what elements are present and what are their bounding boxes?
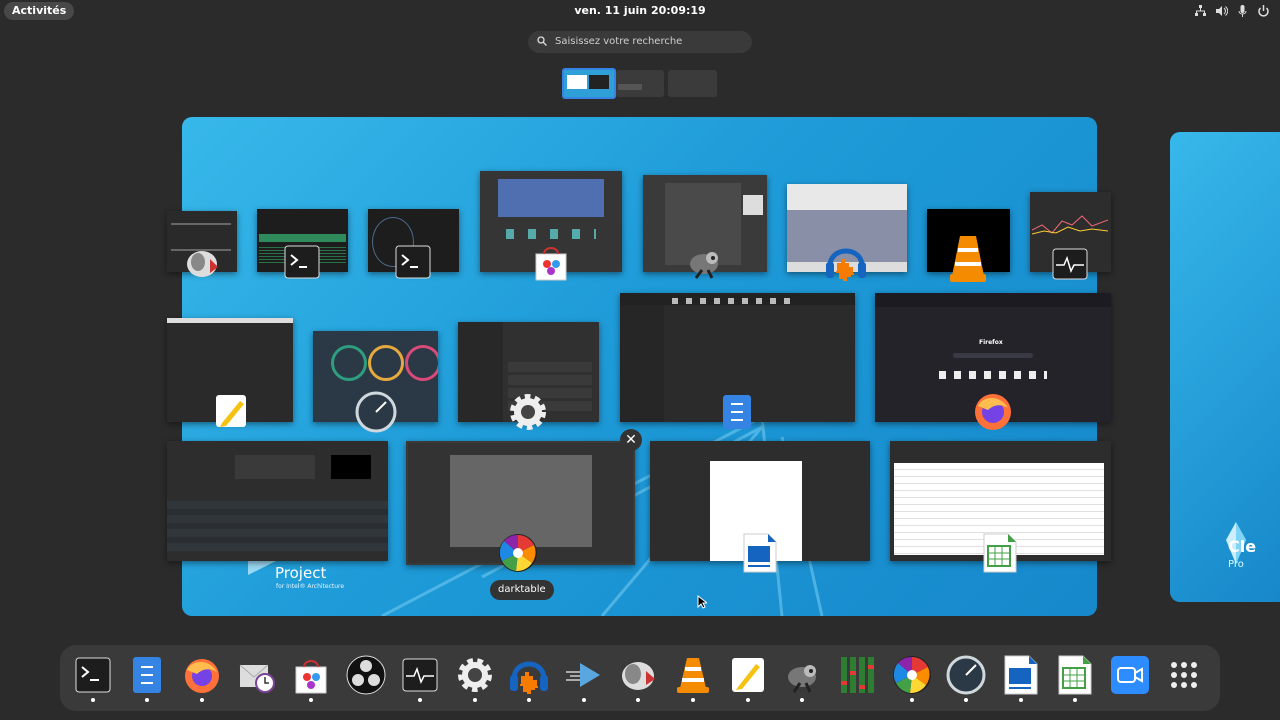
network-icon[interactable] (1194, 3, 1207, 17)
dock-running-indicator (473, 698, 477, 702)
dock-running-indicator (145, 698, 149, 702)
dock-settings-icon[interactable] (455, 655, 495, 695)
wallpaper-project-text: Project (275, 564, 327, 582)
software-store-icon (535, 247, 567, 281)
dock-running-indicator (636, 698, 640, 702)
dock-running-indicator (1019, 698, 1023, 702)
dock-terminal-icon[interactable] (73, 655, 113, 695)
search-icon (537, 36, 547, 49)
wallpaper-project-subtext: for Intel® Architecture (276, 583, 345, 590)
terminal-icon (395, 245, 431, 279)
terminal-icon (284, 245, 320, 279)
mouse-cursor-icon (697, 595, 707, 609)
volume-icon[interactable] (1215, 3, 1229, 17)
dock-running-indicator (691, 698, 695, 702)
workspace-thumbnail-1[interactable] (562, 68, 616, 99)
settings-icon (510, 394, 546, 430)
files-icon (723, 395, 751, 429)
calc-icon (983, 533, 1017, 573)
close-window-button[interactable]: ✕ (620, 429, 642, 451)
dock-running-indicator (418, 698, 422, 702)
dock-text-editor-icon[interactable] (728, 655, 768, 695)
next-workspace-subtitle: Pro (1228, 559, 1244, 570)
app-grid-icon[interactable] (1164, 655, 1204, 695)
dock-kdenlive-icon[interactable] (564, 655, 604, 695)
system-monitor-icon (1052, 248, 1088, 280)
top-bar: Activités ven. 11 juin 20:09:19 (0, 0, 1280, 22)
dock-darktable-icon[interactable] (892, 655, 932, 695)
dock-vlc-icon[interactable] (673, 655, 713, 695)
dock-files-icon[interactable] (127, 655, 167, 695)
search-placeholder: Saisissez votre recherche (555, 36, 683, 47)
dock-writer-icon[interactable] (1001, 655, 1041, 695)
firefox-icon (975, 394, 1011, 430)
dock-zoom-icon[interactable] (1110, 655, 1150, 695)
dock-system-monitor-icon[interactable] (400, 655, 440, 695)
next-workspace-title: Cle (1228, 537, 1257, 556)
dock-calc-icon[interactable] (1055, 655, 1095, 695)
dock-running-indicator (746, 698, 750, 702)
dock-mixer-icon[interactable] (837, 655, 877, 695)
dock-firefox-icon[interactable] (182, 655, 222, 695)
dock-running-indicator (1073, 698, 1077, 702)
text-editor-icon (216, 395, 246, 427)
dock-stacer-icon[interactable] (946, 655, 986, 695)
dock-running-indicator (527, 698, 531, 702)
window-kdenlive[interactable] (167, 441, 388, 561)
firefox-window-title: Firefox (979, 339, 1003, 346)
clock[interactable]: ven. 11 juin 20:09:19 (0, 4, 1280, 17)
stacer-icon (355, 391, 397, 433)
dock-gimp-icon[interactable] (782, 655, 822, 695)
search-input[interactable]: Saisissez votre recherche (528, 31, 752, 53)
next-workspace[interactable]: Cle Pro (1170, 132, 1280, 602)
darktable-icon (499, 534, 537, 572)
system-tray[interactable] (1194, 3, 1270, 17)
dock-audacity-icon[interactable] (509, 655, 549, 695)
dock-running-indicator (910, 698, 914, 702)
dock-running-indicator (582, 698, 586, 702)
power-icon[interactable] (1257, 3, 1270, 17)
dock-running-indicator (309, 698, 313, 702)
dock (60, 645, 1220, 711)
dock-running-indicator (800, 698, 804, 702)
dock-running-indicator (91, 698, 95, 702)
workspace-thumbnail-3[interactable] (668, 70, 717, 97)
writer-icon (743, 533, 777, 573)
dock-software-store-icon[interactable] (291, 655, 331, 695)
window-tooltip: darktable (490, 580, 554, 600)
dock-running-indicator (964, 698, 968, 702)
gnome-photos-icon (187, 251, 218, 277)
gimp-icon (690, 252, 718, 279)
dock-running-indicator (200, 698, 204, 702)
vlc-icon (950, 236, 986, 282)
microphone-icon[interactable] (1236, 3, 1249, 17)
audacity-icon (826, 248, 866, 281)
dock-evolution-icon[interactable] (237, 655, 277, 695)
dock-obs-icon[interactable] (346, 655, 386, 695)
dock-gnome-photos-icon[interactable] (618, 655, 658, 695)
workspace-thumbnail-2[interactable] (616, 70, 664, 97)
